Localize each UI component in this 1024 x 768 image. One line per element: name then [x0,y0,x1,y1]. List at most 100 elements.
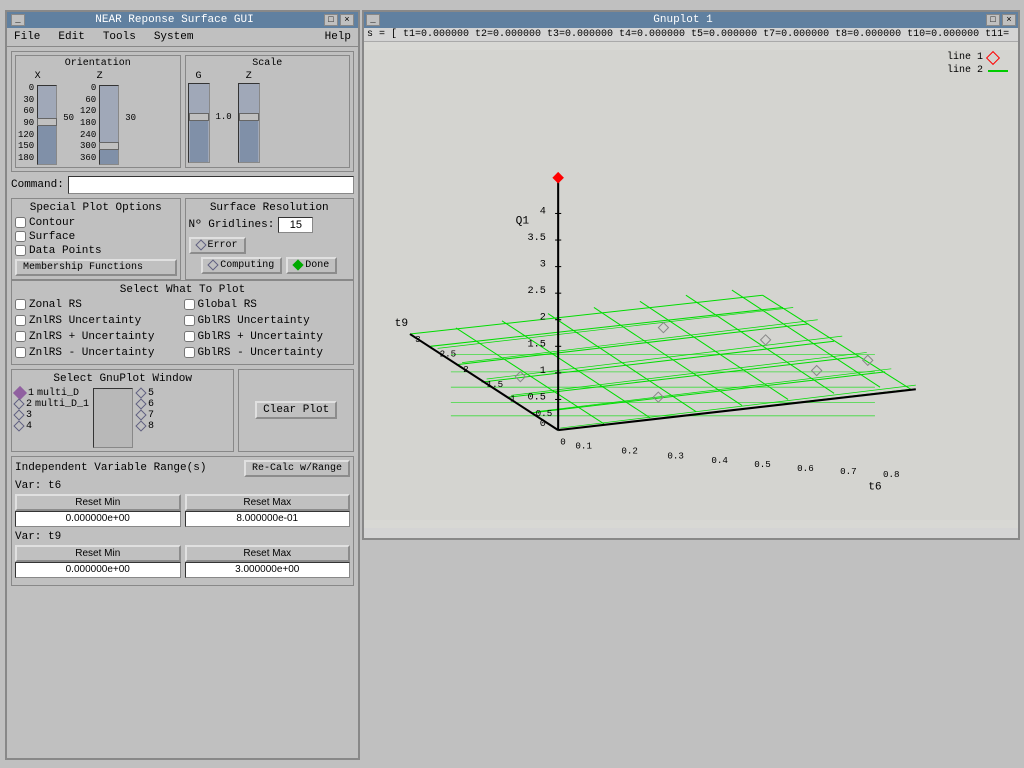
var-t9-controls: Reset Min Reset Max [15,545,350,562]
znlrs-plus-checkbox[interactable] [15,331,26,342]
svg-text:0.2: 0.2 [621,446,638,457]
win-item-1: 1 multi_D [15,388,89,399]
var-t6-reset-max[interactable]: Reset Max [185,494,351,511]
gnuplot-toolbar-text: s = [ t1=0.000000 t2=0.000000 t3=0.00000… [367,29,1009,40]
var-t6-min-input[interactable] [15,511,181,527]
svg-text:Q1: Q1 [516,216,530,228]
var-t9-min-input[interactable] [15,562,181,578]
error-btn[interactable]: Error [189,237,246,254]
menubar: File Edit Tools System Help [7,28,358,47]
menu-tools[interactable]: Tools [100,30,139,44]
gnuplot-minimize[interactable]: _ [366,14,380,26]
resize-btn[interactable]: □ [324,14,338,26]
minimize-btn[interactable]: _ [11,14,25,26]
svg-text:1: 1 [510,393,516,404]
gblrs-minus-checkbox[interactable] [184,347,195,358]
menu-file[interactable]: File [11,30,43,44]
menu-edit[interactable]: Edit [55,30,87,44]
svg-text:0.1: 0.1 [575,440,592,451]
var-t6-max-input[interactable] [185,511,351,527]
win-item-3: 3 [15,410,89,421]
close-btn[interactable]: × [340,14,354,26]
gblrs-uncert-row: GblRS Uncertainty [184,315,351,327]
surface-checkbox[interactable] [15,231,26,242]
select-what-section: Select What To Plot Zonal RS Global RS Z… [11,280,354,365]
x-ticks: 0306090120150180 [18,83,34,165]
left-win-list: 1 multi_D 2 multi_D_1 3 [15,388,89,448]
win8-icon [135,421,146,432]
svg-text:0.8: 0.8 [883,469,900,480]
z-scale-slider[interactable] [238,83,260,163]
gblrs-uncert-checkbox[interactable] [184,315,195,326]
legend-line1-item: line 1 [947,52,1008,63]
zonal-rs-row: Zonal RS [15,299,182,311]
znlrs-minus-checkbox[interactable] [15,347,26,358]
var-t6-controls: Reset Min Reset Max [15,494,350,511]
left-window-title: NEAR Reponse Surface GUI [25,14,324,26]
zonal-rs-checkbox[interactable] [15,299,26,310]
var-t6-reset-min[interactable]: Reset Min [15,494,181,511]
znlrs-minus-label: ZnlRS - Uncertainty [29,347,154,359]
computing-btn[interactable]: Computing [201,257,282,274]
x-slider-col: X 0306090120150180 [18,71,57,165]
clear-plot-btn[interactable]: Clear Plot [255,401,337,419]
var-t9-reset-max[interactable]: Reset Max [185,545,351,562]
surface-row: Surface [15,231,177,243]
special-surface-row: Special Plot Options Contour Surface Dat… [11,198,354,280]
var-t6-label: Var: t6 [15,480,350,492]
win2-label: multi_D_1 [35,399,89,410]
zonal-rs-label: Zonal RS [29,299,82,311]
var-t9-reset-min[interactable]: Reset Min [15,545,181,562]
x-value: 50 [63,113,74,123]
legend-line2-label: line 2 [947,65,983,76]
win8-num: 8 [148,421,154,432]
gnuplot-resize[interactable]: □ [986,14,1000,26]
x-slider[interactable] [37,85,57,165]
win2-num: 2 [26,399,32,410]
svg-text:3.5: 3.5 [528,232,546,244]
membership-btn[interactable]: Membership Functions [15,259,177,276]
scale-group: Scale G 1.0 [185,55,351,168]
win-item-4: 4 [15,421,89,432]
command-input[interactable] [68,176,354,194]
computing-done-row: Computing Done [189,257,351,274]
gridlines-input[interactable] [278,217,313,233]
legend-line2-item: line 2 [947,65,1008,76]
z-scale-label: Z [246,71,252,82]
gblrs-plus-checkbox[interactable] [184,331,195,342]
svg-text:2.5: 2.5 [528,285,546,297]
win1-label: multi_D [37,388,79,399]
recalc-btn[interactable]: Re-Calc w/Range [244,460,350,477]
g-slider[interactable] [188,83,210,163]
svg-text:2.5: 2.5 [440,349,457,360]
menu-help[interactable]: Help [322,30,354,44]
surface-res-title: Surface Resolution [189,202,351,214]
win6-num: 6 [148,399,154,410]
svg-text:3: 3 [540,259,546,271]
select-grid: Zonal RS Global RS ZnlRS Uncertainty Gbl… [15,299,350,361]
gblrs-plus-row: GblRS + Uncertainty [184,331,351,343]
z-orient-slider[interactable] [99,85,119,165]
gridlines-label: Nº Gridlines: [189,219,275,231]
done-btn[interactable]: Done [286,257,337,274]
command-label: Command: [11,179,64,191]
var-t9-label: Var: t9 [15,531,350,543]
select-what-title: Select What To Plot [15,284,350,296]
gnuplot-toolbar: s = [ t1=0.000000 t2=0.000000 t3=0.00000… [364,28,1018,42]
command-row: Command: [11,176,354,194]
znlrs-plus-row: ZnlRS + Uncertainty [15,331,182,343]
orient-scale-section: Orientation X 0306090120150180 [11,51,354,172]
contour-checkbox[interactable] [15,217,26,228]
var-t6-values [15,511,350,527]
datapoints-checkbox[interactable] [15,245,26,256]
global-rs-checkbox[interactable] [184,299,195,310]
gnuplot-close[interactable]: × [1002,14,1016,26]
menu-system[interactable]: System [151,30,197,44]
var-t9-max-input[interactable] [185,562,351,578]
z-orient-ticks: 060120180240300360 [80,83,96,165]
win-item-8: 8 [137,421,154,432]
gridlines-row: Nº Gridlines: [189,217,351,233]
gnuplot-select-box: Select GnuPlot Window 1 multi_D 2 multi_… [11,369,234,452]
orientation-group: Orientation X 0306090120150180 [15,55,181,168]
znlrs-uncert-checkbox[interactable] [15,315,26,326]
